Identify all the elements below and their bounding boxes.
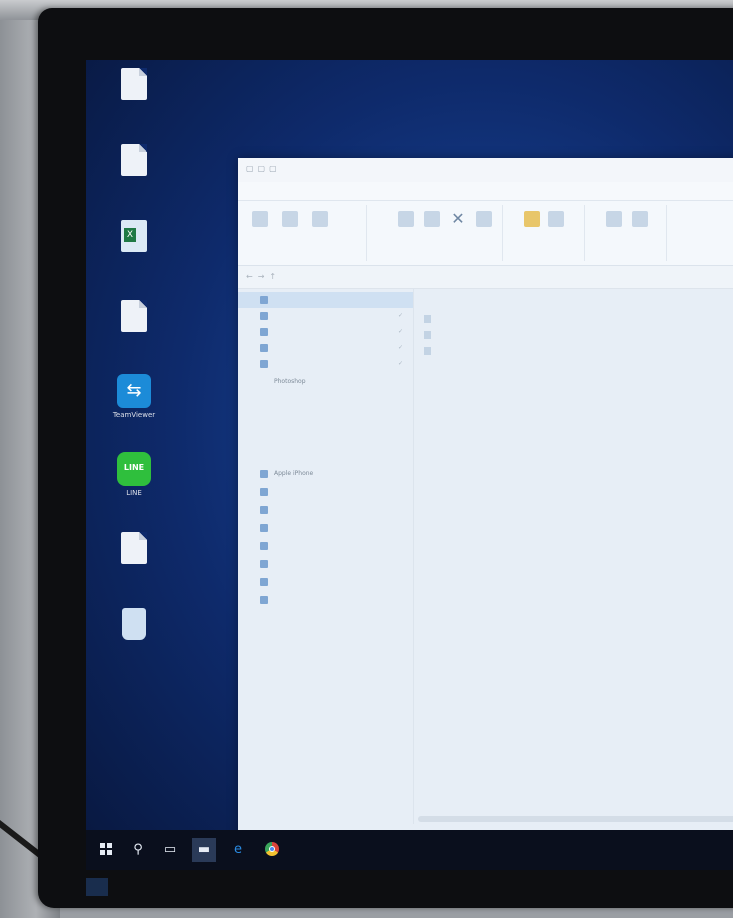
document-icon — [260, 344, 268, 352]
download-icon — [260, 488, 268, 496]
desktop-icon-label: TeamViewer — [112, 411, 156, 419]
desktop-icon-teamviewer[interactable]: TeamViewer — [94, 374, 174, 420]
document-icon — [121, 68, 147, 100]
nav-item-music[interactable] — [238, 520, 413, 536]
desktop-icon — [260, 542, 268, 550]
file-icon — [424, 331, 431, 339]
nav-item-downloads-2[interactable] — [238, 484, 413, 500]
desktop-icon-file-1[interactable] — [94, 68, 174, 103]
document-icon — [121, 300, 147, 332]
ribbon-group-open — [586, 205, 667, 261]
chrome-icon — [265, 842, 279, 856]
desktop-icon-spreadsheet[interactable] — [94, 220, 174, 255]
document-icon — [121, 532, 147, 564]
document-icon — [260, 506, 268, 514]
new-folder-icon[interactable] — [524, 211, 540, 227]
window-titlebar: ▢▢▢ — [238, 158, 733, 182]
horizontal-scrollbar[interactable] — [418, 816, 733, 822]
desktop-icon-file-3[interactable] — [94, 300, 174, 335]
file-row[interactable] — [424, 344, 733, 358]
navigation-pane: ✓ ✓ ✓ ✓ Photoshop Apple iPhone — [238, 288, 414, 824]
file-explorer-taskbar-button[interactable]: ▬ — [192, 838, 216, 862]
desktop-icon-file-2[interactable] — [94, 144, 174, 179]
pin-icon[interactable] — [252, 211, 268, 227]
pin-icon: ✓ — [397, 328, 403, 335]
nav-item-downloads[interactable]: ✓ — [238, 324, 413, 340]
pin-icon: ✓ — [397, 344, 403, 351]
desktop-icon-file-4[interactable] — [94, 532, 174, 567]
task-view-icon: ▭ — [163, 842, 177, 857]
picture-icon — [260, 560, 268, 568]
recycle-bin-icon — [122, 608, 146, 640]
drive-icon — [260, 596, 268, 604]
ribbon-group-new — [504, 205, 585, 261]
teamviewer-icon — [117, 374, 151, 408]
desktop-icon-label: LINE — [126, 489, 142, 497]
nav-item-folder[interactable] — [238, 392, 413, 408]
search-icon: ⚲ — [133, 842, 143, 857]
music-icon — [260, 524, 268, 532]
folder-icon: ▬ — [197, 842, 211, 857]
copy-icon[interactable] — [282, 211, 298, 227]
spreadsheet-icon — [121, 220, 147, 252]
chrome-taskbar-button[interactable] — [260, 838, 284, 862]
bezel-logo — [86, 878, 108, 896]
rename-icon[interactable] — [476, 211, 492, 227]
search-button[interactable]: ⚲ — [126, 838, 150, 862]
star-icon — [260, 296, 268, 304]
new-item-icon[interactable] — [548, 211, 564, 227]
ribbon-group-clipboard — [238, 205, 367, 261]
nav-item-documents[interactable]: ✓ — [238, 340, 413, 356]
open-icon[interactable] — [632, 211, 648, 227]
picture-icon — [260, 360, 268, 368]
pin-icon: ✓ — [397, 360, 403, 367]
nav-item-quick-access[interactable] — [238, 292, 413, 308]
file-icon — [424, 347, 431, 355]
nav-item-pictures[interactable]: ✓ — [238, 356, 413, 372]
ribbon-tabs — [238, 182, 733, 201]
pin-icon: ✓ — [397, 312, 403, 319]
nav-item-videos[interactable] — [238, 574, 413, 590]
nav-item-folder[interactable] — [238, 410, 413, 426]
file-list — [414, 288, 733, 824]
nav-item-desktop[interactable]: ✓ — [238, 308, 413, 324]
nav-item-local-disk[interactable] — [238, 592, 413, 608]
taskbar: ⚲ ▭ ▬ e — [86, 830, 733, 870]
edge-icon: e — [234, 842, 242, 857]
file-explorer-window: ▢▢▢ ✕ ←→↑ ✓ ✓ ✓ ✓ Photoshop Apple iPhone — [238, 158, 733, 838]
paste-icon[interactable] — [312, 211, 328, 227]
line-app-icon — [117, 452, 151, 486]
task-view-button[interactable]: ▭ — [158, 838, 182, 862]
laptop-screen: TeamViewer LINE ▢▢▢ — [86, 60, 733, 870]
desktop-icon-line[interactable]: LINE — [94, 452, 174, 498]
file-row[interactable] — [424, 312, 733, 326]
video-icon — [260, 578, 268, 586]
nav-item-desktop-2[interactable] — [238, 538, 413, 554]
edge-taskbar-button[interactable]: e — [226, 838, 250, 862]
ribbon: ✕ — [238, 201, 733, 266]
address-bar[interactable]: ←→↑ — [238, 266, 733, 289]
nav-item-pictures-2[interactable] — [238, 556, 413, 572]
start-button[interactable] — [94, 838, 118, 862]
file-row[interactable] — [424, 328, 733, 342]
ribbon-group-organize: ✕ — [368, 205, 503, 261]
nav-item-documents-2[interactable] — [238, 502, 413, 518]
copy-to-icon[interactable] — [424, 211, 440, 227]
file-icon — [424, 315, 431, 323]
desktop-icon-recycle-bin[interactable] — [94, 608, 174, 643]
quick-access-toolbar[interactable]: ▢▢▢ — [246, 164, 281, 173]
delete-icon[interactable]: ✕ — [450, 211, 466, 227]
download-icon — [260, 328, 268, 336]
desktop-icon — [260, 312, 268, 320]
nav-item-photoshop[interactable]: Photoshop — [238, 374, 413, 390]
nav-item-apple-iphone[interactable]: Apple iPhone — [238, 466, 413, 482]
navigation-arrows[interactable]: ←→↑ — [246, 272, 281, 281]
windows-logo-icon — [100, 843, 112, 855]
move-to-icon[interactable] — [398, 211, 414, 227]
document-icon — [121, 144, 147, 176]
phone-icon — [260, 470, 268, 478]
properties-icon[interactable] — [606, 211, 622, 227]
